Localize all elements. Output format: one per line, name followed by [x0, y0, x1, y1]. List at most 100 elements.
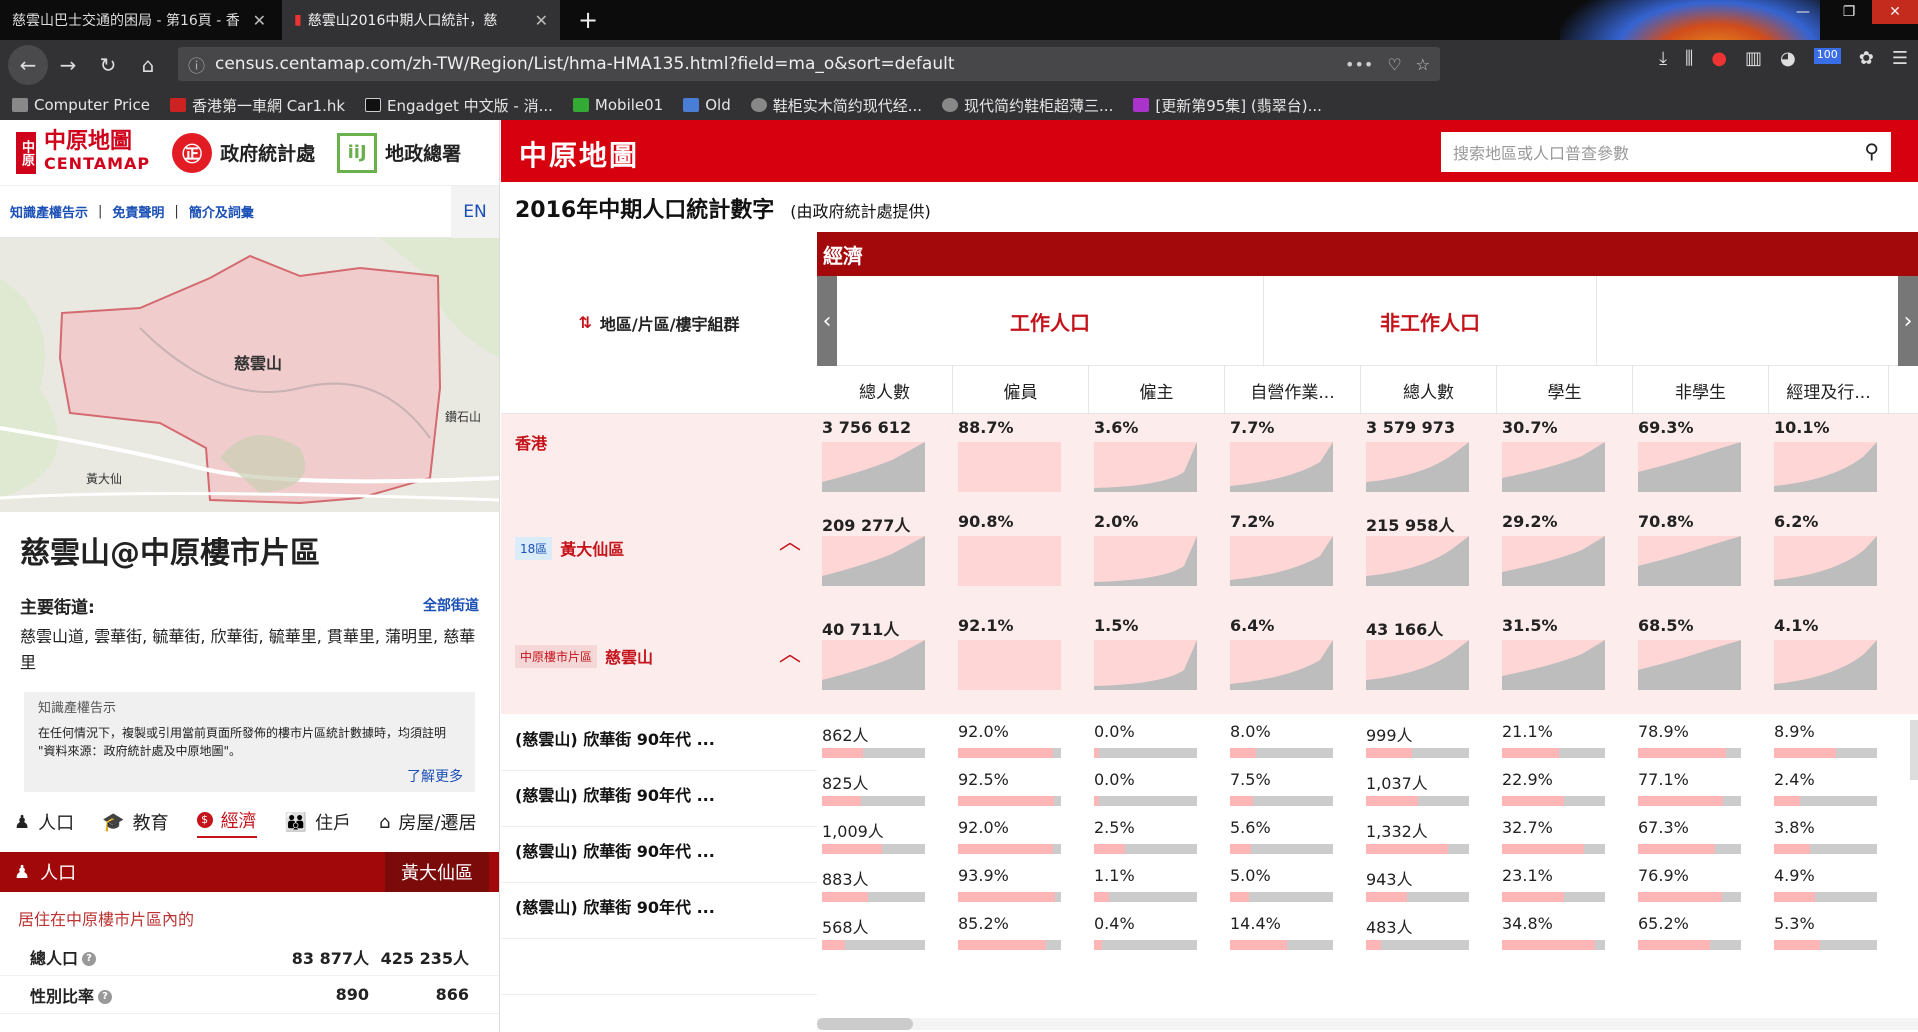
search-input[interactable]: 搜索地區或人口普查參數 ⚲: [1441, 132, 1891, 172]
bookmark-item[interactable]: 现代简约鞋柜超薄三...: [942, 95, 1113, 116]
brand-title[interactable]: 中原地圖: [519, 134, 639, 174]
section-header-economy: 經濟: [817, 232, 1918, 276]
horizontal-scrollbar[interactable]: [817, 1018, 1918, 1030]
group-non-working: 非工作人口: [1264, 276, 1597, 366]
forward-icon[interactable]: →: [48, 45, 88, 85]
left-panel: 中原 中原地圖 CENTAMAP ㊣ 政府統計處 iiJ 地政總署 知識產權告示 |…: [0, 120, 500, 1032]
browser-tab[interactable]: 慈雲山巴士交通的困局 - 第16頁 - 香 ✕: [0, 0, 278, 40]
reload-icon[interactable]: ↻: [88, 45, 128, 85]
data-cell: 40 711人: [822, 616, 925, 696]
collapse-icon[interactable]: ︿: [779, 636, 801, 668]
column-header[interactable]: 僱員: [953, 366, 1089, 414]
data-cell: 8.0%: [1230, 722, 1333, 762]
ublock-icon[interactable]: ●: [1711, 48, 1727, 69]
data-cell: 69.3%: [1638, 418, 1741, 498]
bookmark-item[interactable]: 鞋柜实木简约现代经...: [750, 95, 922, 116]
close-icon[interactable]: ✕: [243, 11, 266, 30]
bookmark-item[interactable]: 香港第一車網 Car1.hk: [169, 95, 345, 116]
extension-badge[interactable]: 100: [1813, 48, 1841, 64]
column-header[interactable]: 僱主: [1089, 366, 1225, 414]
logo-row: 中原 中原地圖 CENTAMAP ㊣ 政府統計處 iiJ 地政總署: [0, 120, 499, 186]
row-label[interactable]: 18區 黃大仙區: [515, 536, 624, 560]
region-selector[interactable]: 黃大仙區: [385, 852, 489, 892]
pocket-icon[interactable]: ♡: [1387, 55, 1401, 74]
back-icon[interactable]: ←: [8, 45, 48, 85]
cell-value: 1,037人: [1366, 774, 1428, 793]
tab-education[interactable]: 🎓 教育: [102, 809, 168, 835]
close-window-icon[interactable]: ✕: [1872, 0, 1918, 24]
cell-value: 568人: [822, 918, 869, 937]
maximize-icon[interactable]: ❐: [1826, 0, 1872, 24]
url-bar[interactable]: ⓘ census.centamap.com/zh-TW/Region/List/…: [178, 47, 1440, 81]
sort-icon: ⇅: [578, 313, 592, 332]
cell-value: 21.1%: [1502, 722, 1553, 741]
lands-dept-logo[interactable]: iiJ 地政總署: [337, 132, 461, 173]
column-header[interactable]: 總人數: [1361, 366, 1497, 414]
table-row[interactable]: 568人 85.2% 0.4% 14.4% 483人 34.8% 65.2% 5.3%: [501, 906, 1918, 954]
scroll-right-icon[interactable]: ›: [1898, 276, 1918, 366]
row-label[interactable]: 中原樓市片區 慈雲山: [515, 644, 653, 668]
region-column-header[interactable]: ⇅ 地區/片區/樓宇組群: [501, 232, 817, 414]
scroll-left-icon[interactable]: ‹: [817, 276, 837, 366]
column-header[interactable]: 學生: [1497, 366, 1633, 414]
population-section-bar[interactable]: ♟ 人口 黃大仙區: [0, 852, 499, 892]
tab-population[interactable]: ♟ 人口: [14, 809, 74, 835]
cell-value: 7.2%: [1230, 512, 1275, 531]
language-button[interactable]: EN: [451, 186, 499, 238]
extension-icon[interactable]: ◕: [1780, 48, 1796, 69]
help-icon[interactable]: ?: [98, 990, 113, 1004]
bookmark-star-icon[interactable]: ☆: [1416, 55, 1430, 74]
value-bar-fill: [822, 748, 864, 758]
bookmark-item[interactable]: [更新第95集] (翡翠台)...: [1133, 95, 1322, 116]
bookmark-item[interactable]: Mobile01: [572, 96, 663, 114]
intro-link[interactable]: 簡介及詞彙: [189, 202, 254, 221]
collapse-icon[interactable]: ︿: [779, 524, 801, 556]
summary-row[interactable]: 中原樓市片區 慈雲山 ︿ 40 711人 92.1% 1.5% 6.4% 43 166人 31.…: [501, 612, 1918, 714]
vertical-scrollbar[interactable]: [1910, 720, 1918, 780]
home-icon[interactable]: ⌂: [128, 45, 168, 85]
value-bar-fill: [1502, 748, 1559, 758]
minimize-icon[interactable]: —: [1780, 0, 1826, 24]
centamap-logo[interactable]: 中原 中原地圖 CENTAMAP: [16, 130, 150, 175]
search-icon[interactable]: ⚲: [1864, 139, 1879, 163]
page-actions-icon[interactable]: •••: [1345, 55, 1373, 74]
bookmark-item[interactable]: Old: [683, 96, 731, 114]
tab-households[interactable]: 👪 住戶: [285, 809, 351, 835]
scrollbar-thumb[interactable]: [817, 1018, 913, 1030]
bookmark-item[interactable]: Engadget 中文版 - 消...: [365, 95, 553, 116]
learn-more-link[interactable]: 了解更多: [407, 768, 463, 786]
column-header[interactable]: 非學生: [1633, 366, 1769, 414]
summary-row[interactable]: 香港 3 756 612人 88.7% 3.6% 7.7% 3 579 973人 30.7%…: [501, 414, 1918, 508]
area-map[interactable]: 慈雲山 鑽石山 黃大仙: [0, 238, 499, 512]
all-streets-link[interactable]: 全部街道: [423, 595, 479, 615]
data-cell: 5.3%: [1774, 914, 1877, 954]
census-dept-logo[interactable]: ㊣ 政府統計處: [172, 132, 315, 173]
close-icon[interactable]: ✕: [525, 11, 548, 30]
value-bar: [1366, 796, 1469, 806]
area-title: 慈雲山@中原樓市片區: [20, 536, 320, 571]
summary-row[interactable]: 18區 黃大仙區 ︿ 209 277人 90.8% 2.0% 7.2% 215 958人 29.…: [501, 508, 1918, 612]
download-icon[interactable]: ⤓: [1659, 48, 1667, 69]
data-cell: 999人: [1366, 722, 1469, 762]
column-header[interactable]: 總人數: [817, 366, 953, 414]
sidebar-icon[interactable]: ▥: [1745, 48, 1762, 69]
column-header[interactable]: 經理及行...: [1769, 366, 1889, 414]
value-bar: [958, 796, 1061, 806]
tab-economy[interactable]: $ 經濟: [196, 807, 257, 838]
tab-housing[interactable]: ⌂ 房屋/遷居: [379, 809, 477, 835]
new-tab-button[interactable]: +: [566, 0, 606, 40]
bookmark-item[interactable]: Computer Price: [12, 96, 150, 114]
help-icon[interactable]: ?: [82, 952, 97, 966]
menu-icon[interactable]: ☰: [1892, 48, 1908, 69]
row-label[interactable]: (慈雲山) 欣華街 90年代 ...: [515, 726, 715, 750]
browser-tab-active[interactable]: ▮ 慈雲山2016中期人口統計，慈 ✕: [282, 0, 560, 40]
library-icon[interactable]: ⫼: [1685, 48, 1693, 69]
ip-notice-link[interactable]: 知識產權告示: [10, 202, 88, 221]
row-label[interactable]: (慈雲山) 欣華街 90年代 ...: [515, 782, 715, 806]
cell-value: 7.5%: [1230, 770, 1271, 789]
column-header[interactable]: 自營作業...: [1225, 366, 1361, 414]
disclaimer-link[interactable]: 免責聲明: [112, 202, 164, 221]
info-icon[interactable]: ⓘ: [188, 52, 205, 77]
row-label[interactable]: 香港: [515, 430, 547, 454]
extension-icon-2[interactable]: ✿: [1859, 48, 1874, 69]
